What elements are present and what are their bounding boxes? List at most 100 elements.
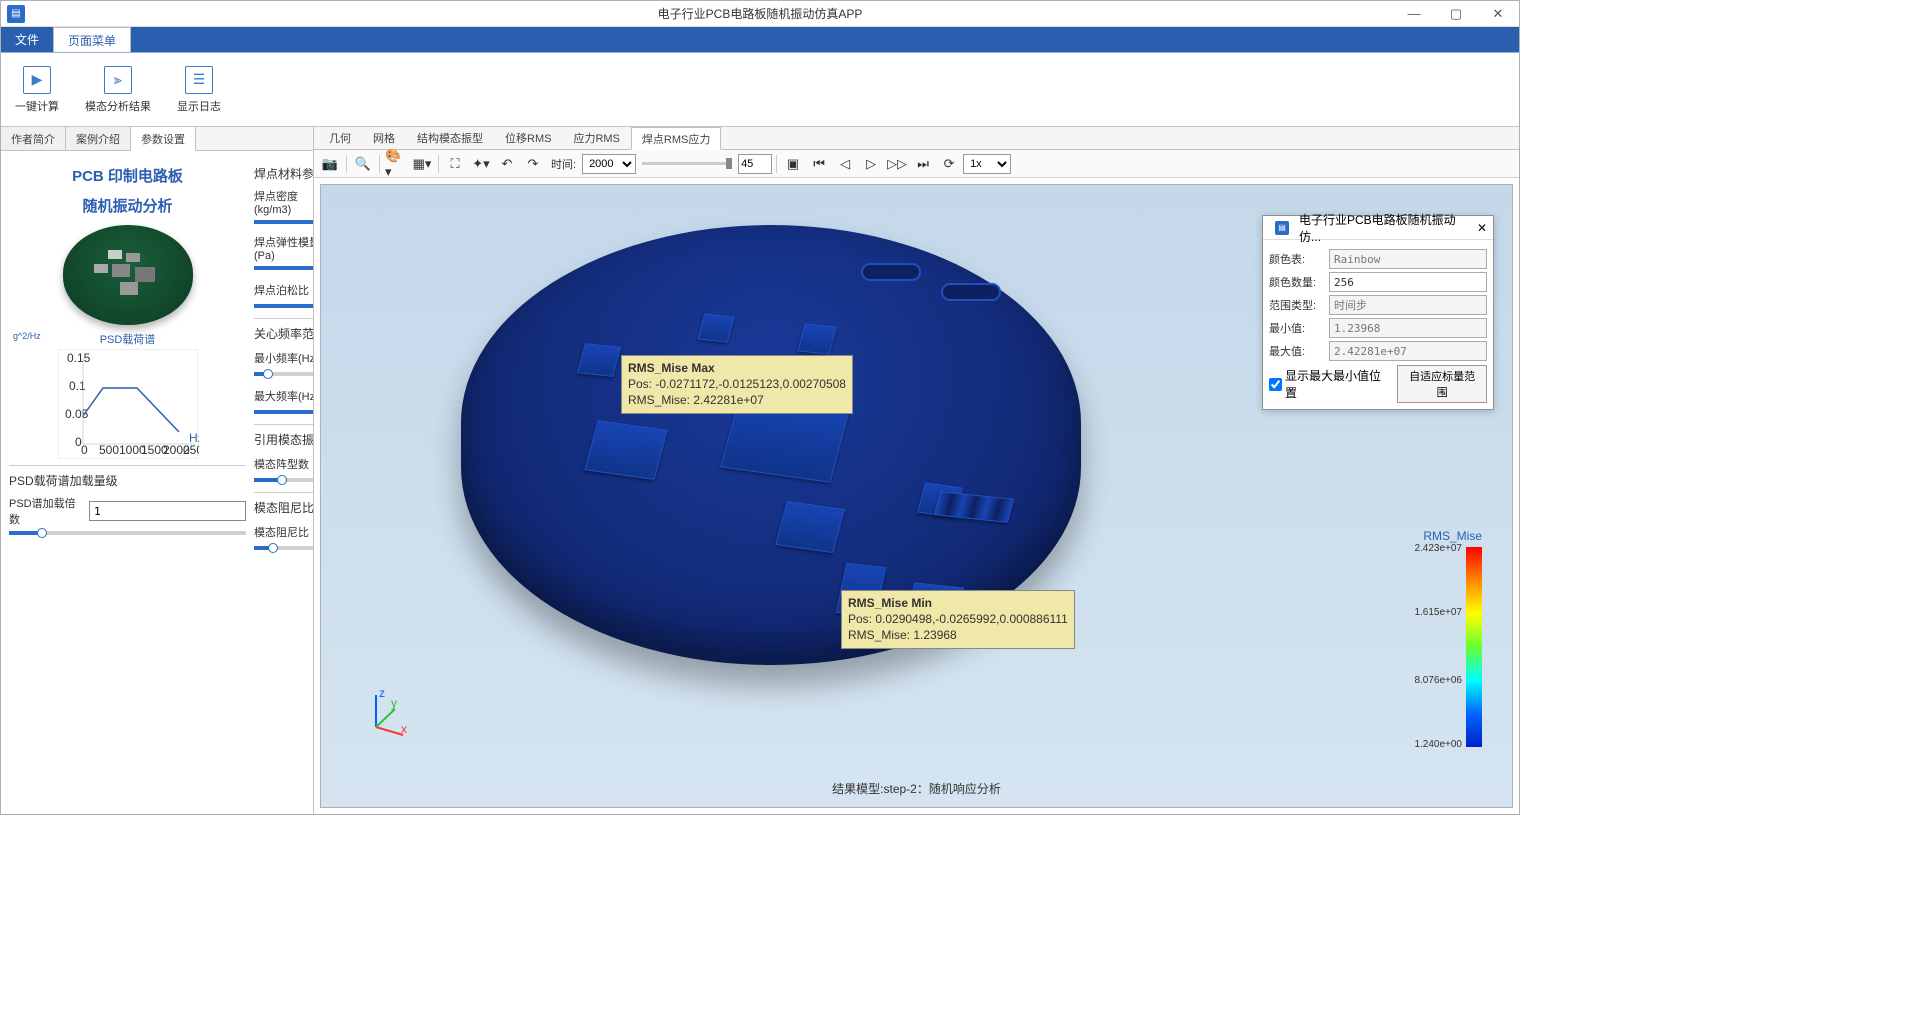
- modulus-label: 焊点弹性模量(Pa): [254, 234, 314, 262]
- colorbar: RMS_Mise 2.423e+07 1.615e+07 8.076e+06 1…: [1402, 529, 1482, 747]
- cb-v2: 1.615e+07: [1414, 607, 1462, 618]
- record-icon[interactable]: ▣: [781, 153, 805, 175]
- panel-close-icon[interactable]: ✕: [1477, 221, 1487, 235]
- annot-min-title: RMS_Mise Min: [848, 595, 1068, 611]
- tab-mesh[interactable]: 网格: [362, 127, 406, 149]
- menu-page[interactable]: 页面菜单: [53, 27, 131, 52]
- axis-gizmo: z x y: [361, 687, 411, 737]
- log-label: 显示日志: [177, 98, 221, 114]
- play-icon[interactable]: ▷: [859, 153, 883, 175]
- tab-params[interactable]: 参数设置: [131, 127, 196, 151]
- ncolors-label: 颜色数量:: [1269, 274, 1323, 290]
- psd-chart-title: PSD载荷谱: [9, 331, 246, 347]
- solder-group-title: 焊点材料参数: [254, 165, 314, 184]
- damping-label: 模态阻尼比: [254, 524, 314, 540]
- last-frame-icon[interactable]: ⏭: [911, 153, 935, 175]
- svg-text:x: x: [401, 722, 407, 736]
- colorbar-gradient: [1466, 547, 1482, 747]
- max-freq-slider[interactable]: [254, 410, 314, 414]
- window-controls: — ▢ ✕: [1393, 1, 1519, 27]
- damping-slider[interactable]: [254, 546, 314, 550]
- psd-factor-slider[interactable]: [9, 531, 246, 535]
- modes-slider[interactable]: [254, 478, 314, 482]
- loop-icon[interactable]: ⟳: [937, 153, 961, 175]
- show-extrema-checkbox[interactable]: 显示最大最小值位置: [1269, 367, 1391, 401]
- time-label: 时间:: [551, 156, 576, 172]
- left-tabs: 作者简介 案例介绍 参数设置: [1, 127, 313, 151]
- min-value-input[interactable]: [1329, 318, 1487, 338]
- svg-text:0.1: 0.1: [69, 379, 86, 393]
- time-select[interactable]: 2000: [582, 154, 636, 174]
- pcb-thumbnail: [63, 225, 193, 325]
- modes-group-title: 引用模态振型数: [254, 431, 314, 450]
- tab-disp-rms[interactable]: 位移RMS: [494, 127, 562, 149]
- colormap-label: 颜色表:: [1269, 251, 1323, 267]
- max-freq-label: 最大频率(Hz): [254, 388, 314, 404]
- tab-solder-rms[interactable]: 焊点RMS应力: [631, 127, 721, 150]
- svg-text:z: z: [379, 687, 385, 700]
- rotate-left-icon[interactable]: ↶: [495, 153, 519, 175]
- axis-icon[interactable]: ✦▾: [469, 153, 493, 175]
- density-slider[interactable]: [254, 220, 314, 224]
- tab-author[interactable]: 作者简介: [1, 127, 66, 150]
- colormap-panel[interactable]: ▤ 电子行业PCB电路板随机振动仿... ✕ 颜色表: 颜色数量: 范围类型: …: [1262, 215, 1494, 410]
- annot-min-val: RMS_Mise: 1.23968: [848, 627, 1068, 643]
- modulus-slider[interactable]: [254, 266, 314, 270]
- auto-range-button[interactable]: 自适应标量范围: [1397, 365, 1487, 403]
- title-line2: 随机振动分析: [9, 195, 246, 219]
- svg-text:0: 0: [81, 443, 88, 457]
- freq-group-title: 关心频率范围: [254, 325, 314, 344]
- ncolors-input[interactable]: [1329, 272, 1487, 292]
- annot-max-val: RMS_Mise: 2.42281e+07: [628, 392, 846, 408]
- poisson-slider[interactable]: [254, 304, 314, 308]
- panel-icon: ▤: [1275, 221, 1289, 235]
- psd-chart: 0.15 0.1 0.05 0 0 500 1000 1500 2000 250…: [58, 349, 198, 459]
- prev-frame-icon[interactable]: ◁: [833, 153, 857, 175]
- compute-button[interactable]: ▶ 一键计算: [9, 59, 65, 120]
- viewport-3d[interactable]: RMS_Mise Max Pos: -0.0271172,-0.0125123,…: [320, 184, 1513, 808]
- maximize-button[interactable]: ▢: [1435, 1, 1477, 27]
- annotation-min: RMS_Mise Min Pos: 0.0290498,-0.0265992,0…: [841, 590, 1075, 649]
- annotation-max: RMS_Mise Max Pos: -0.0271172,-0.0125123,…: [621, 355, 853, 414]
- right-panel: 几何 网格 结构模态振型 位移RMS 应力RMS 焊点RMS应力 📷 🔍 🎨▾ …: [314, 127, 1519, 814]
- step-input[interactable]: [738, 154, 772, 174]
- max-value-input[interactable]: [1329, 341, 1487, 361]
- app-icon: ▤: [7, 5, 25, 23]
- annot-min-pos: Pos: 0.0290498,-0.0265992,0.000886111: [848, 611, 1068, 627]
- rotate-right-icon[interactable]: ↷: [521, 153, 545, 175]
- ribbon: ▶ 一键计算 ⫸ 模态分析结果 ☰ 显示日志: [1, 53, 1519, 127]
- tab-case[interactable]: 案例介绍: [66, 127, 131, 150]
- colormap-icon[interactable]: ▦▾: [410, 153, 434, 175]
- menu-file[interactable]: 文件: [1, 27, 53, 52]
- range-type-select[interactable]: [1329, 295, 1487, 315]
- next-frame-icon[interactable]: ▷▷: [885, 153, 909, 175]
- colormap-select[interactable]: [1329, 249, 1487, 269]
- psd-factor-label: PSD谱加载倍数: [9, 495, 83, 527]
- speed-select[interactable]: 1x: [963, 154, 1011, 174]
- cb-min: 1.240e+00: [1414, 739, 1462, 750]
- cb-max: 2.423e+07: [1414, 543, 1462, 554]
- min-freq-slider[interactable]: [254, 372, 314, 376]
- tab-geometry[interactable]: 几何: [318, 127, 362, 149]
- log-icon: ☰: [185, 66, 213, 94]
- psd-factor-input[interactable]: [89, 501, 246, 521]
- fit-icon[interactable]: ⛶: [443, 153, 467, 175]
- time-slider[interactable]: [642, 162, 732, 165]
- show-log-button[interactable]: ☰ 显示日志: [171, 59, 227, 120]
- camera-icon[interactable]: 📷: [318, 153, 342, 175]
- modal-results-button[interactable]: ⫸ 模态分析结果: [79, 59, 157, 120]
- wave-icon: ⫸: [104, 66, 132, 94]
- zoom-icon[interactable]: 🔍: [351, 153, 375, 175]
- tab-stress-rms[interactable]: 应力RMS: [562, 127, 630, 149]
- result-label: 结果模型:step-2：随机响应分析: [832, 780, 1001, 797]
- camera-tool-icon[interactable]: 🎨▾: [384, 153, 408, 175]
- close-button[interactable]: ✕: [1477, 1, 1519, 27]
- viewport-toolbar: 📷 🔍 🎨▾ ▦▾ ⛶ ✦▾ ↶ ↷ 时间: 2000 ▣ ⏮ ◁ ▷ ▷▷ ⏭…: [314, 150, 1519, 178]
- minimize-button[interactable]: —: [1393, 1, 1435, 27]
- view-tabs: 几何 网格 结构模态振型 位移RMS 应力RMS 焊点RMS应力: [314, 127, 1519, 150]
- first-frame-icon[interactable]: ⏮: [807, 153, 831, 175]
- svg-text:2500: 2500: [183, 443, 199, 457]
- poisson-label: 焊点泊松比: [254, 282, 314, 298]
- modal-label: 模态分析结果: [85, 98, 151, 114]
- tab-struct-modes[interactable]: 结构模态振型: [406, 127, 494, 149]
